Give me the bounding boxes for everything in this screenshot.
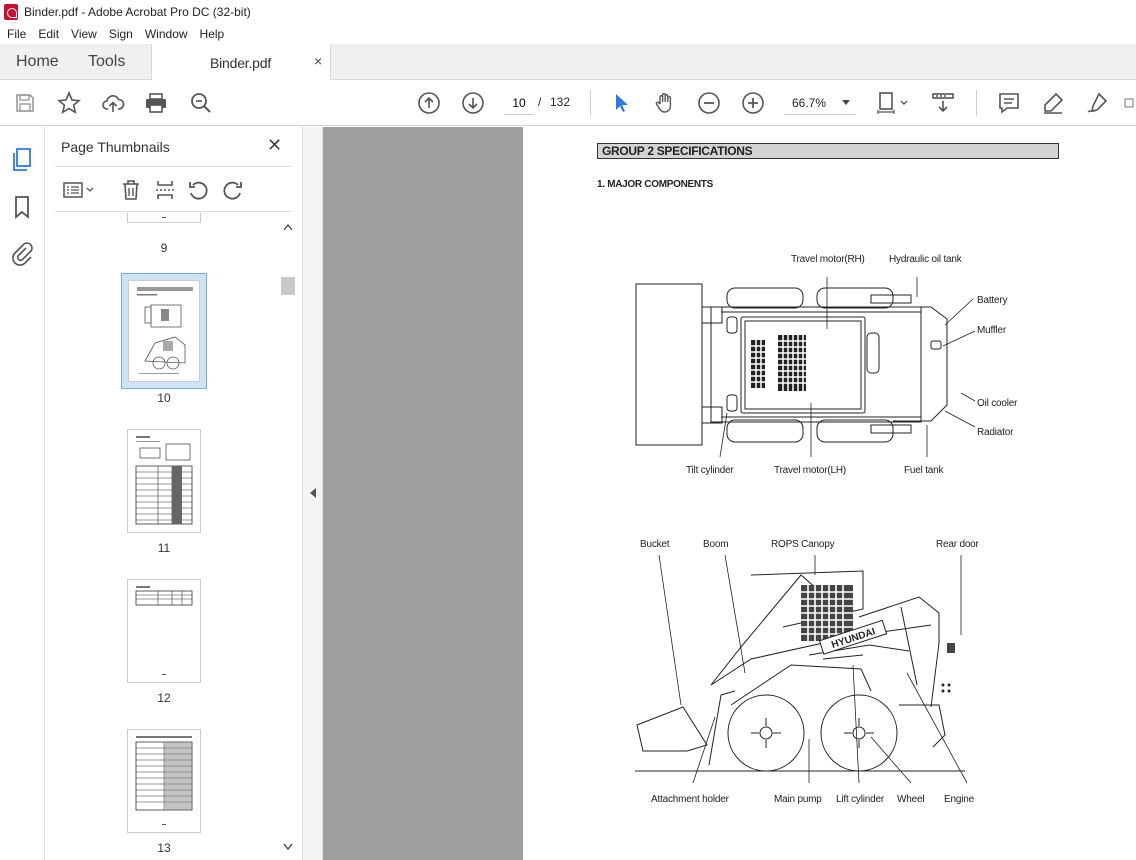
menu-edit[interactable]: Edit (31, 27, 64, 41)
thumbnail-list: 9 10 11 12 13 (55, 213, 281, 857)
page-fit-icon[interactable] (872, 90, 912, 116)
thumbnail-options-icon[interactable] (61, 177, 97, 203)
menu-help[interactable]: Help (193, 27, 230, 41)
main-toolbar: / 132 66.7% (0, 80, 1136, 126)
label-boom: Boom (703, 539, 729, 550)
more-tools-icon[interactable] (1124, 90, 1136, 116)
selected-thumbnail-highlight[interactable] (121, 273, 207, 389)
thumbnail-page-number: 12 (157, 691, 171, 705)
page-thumbnails-panel: Page Thumbnails ✕ 9 10 11 12 13 (45, 127, 303, 860)
rotate-clockwise-icon[interactable] (220, 177, 246, 203)
tab-close-icon[interactable]: × (314, 53, 322, 69)
label-wheel: Wheel (897, 794, 925, 805)
zoom-in-icon[interactable] (740, 90, 766, 116)
menu-bar: File Edit View Sign Window Help (0, 24, 1136, 44)
print-icon[interactable] (143, 90, 169, 116)
sign-pen-icon[interactable] (1084, 90, 1110, 116)
rotate-counterclockwise-icon[interactable] (185, 177, 211, 203)
zoom-level-dropdown[interactable]: 66.7% (784, 91, 856, 115)
scroll-up-icon (283, 223, 293, 231)
page-total: 132 (550, 95, 571, 109)
label-main-pump: Main pump (774, 794, 822, 805)
scrollbar-thumb[interactable] (281, 277, 295, 295)
navigation-rail (0, 127, 45, 860)
divider (55, 166, 291, 167)
label-muffler: Muffler (977, 325, 1006, 336)
menu-window[interactable]: Window (138, 27, 193, 41)
page-thumbnail[interactable] (127, 213, 201, 223)
menu-file[interactable]: File (0, 27, 31, 41)
label-bucket: Bucket (640, 539, 670, 550)
label-attachment-holder: Attachment holder (651, 794, 729, 805)
thumbnail-page-number: 11 (157, 541, 171, 555)
scroll-down-icon (283, 843, 293, 851)
collapse-left-icon (310, 488, 316, 498)
title-bar: Binder.pdf - Adobe Acrobat Pro DC (32-bi… (0, 0, 1136, 24)
scroll-mode-icon[interactable] (930, 90, 956, 116)
next-page-icon[interactable] (460, 90, 486, 116)
zoom-level-value: 66.7% (792, 96, 827, 110)
panel-close-icon[interactable]: ✕ (267, 135, 282, 156)
thumbnail-scrollbar[interactable] (280, 217, 296, 857)
menu-sign[interactable]: Sign (102, 27, 138, 41)
extract-pages-icon[interactable] (152, 177, 178, 203)
label-tilt-cylinder: Tilt cylinder (686, 465, 734, 476)
label-engine: Engine (944, 794, 974, 805)
select-cursor-icon[interactable] (608, 90, 634, 116)
save-icon[interactable] (12, 90, 38, 116)
upload-cloud-icon[interactable] (100, 90, 126, 116)
acrobat-pdf-icon (4, 4, 18, 20)
bookmark-star-icon[interactable] (56, 90, 82, 116)
tab-home[interactable]: Home (16, 53, 59, 71)
tab-document[interactable]: Binder.pdf × (151, 44, 331, 81)
section-heading: 1. MAJOR COMPONENTS (597, 179, 713, 190)
label-fuel-tank: Fuel tank (904, 465, 944, 476)
attachments-paperclip-icon[interactable] (11, 240, 33, 271)
page-thumbnail[interactable] (127, 429, 201, 533)
zoom-search-icon[interactable] (188, 90, 214, 116)
label-lift-cylinder: Lift cylinder (836, 794, 884, 805)
page-thumbnails-icon[interactable] (10, 147, 34, 178)
page-number-input[interactable] (504, 91, 534, 115)
label-travel-motor-lh: Travel motor(LH) (774, 465, 846, 476)
pdf-page: GROUP 2 SPECIFICATIONS 1. MAJOR COMPONEN… (523, 127, 1136, 860)
chevron-down-icon (842, 100, 850, 105)
thumbnail-page-number: 13 (157, 841, 171, 855)
hand-tool-icon[interactable] (652, 90, 678, 116)
panel-title: Page Thumbnails (61, 139, 170, 155)
highlight-pen-icon[interactable] (1040, 90, 1066, 116)
comment-icon[interactable] (996, 90, 1022, 116)
thumbnail-page-number: 9 (160, 241, 168, 255)
tab-document-label: Binder.pdf (210, 55, 272, 71)
panel-collapse-handle[interactable] (303, 127, 323, 860)
toolbar-divider (590, 90, 591, 116)
side-view-diagram: HYUNDAI (635, 555, 968, 784)
page-thumbnail (128, 280, 200, 382)
divider (55, 211, 291, 212)
label-hydraulic-oil-tank: Hydraulic oil tank (889, 254, 962, 265)
zoom-out-icon[interactable] (696, 90, 722, 116)
label-radiator: Radiator (977, 427, 1014, 438)
delete-page-icon[interactable] (118, 177, 144, 203)
label-rops-canopy: ROPS Canopy (771, 539, 835, 550)
page-separator: / (538, 95, 542, 109)
label-oil-cooler: Oil cooler (977, 398, 1018, 409)
page-thumbnail[interactable] (127, 729, 201, 833)
bookmarks-icon[interactable] (12, 195, 32, 224)
group-header: GROUP 2 SPECIFICATIONS (597, 143, 1059, 159)
menu-view[interactable]: View (64, 27, 102, 41)
label-rear-door: Rear door (936, 539, 979, 550)
tab-tools[interactable]: Tools (88, 53, 125, 71)
label-travel-motor-rh: Travel motor(RH) (791, 254, 865, 265)
thumbnail-page-number: 10 (157, 391, 171, 405)
page-thumbnail[interactable] (127, 579, 201, 683)
toolbar-divider (976, 90, 977, 116)
label-battery: Battery (977, 295, 1008, 306)
tab-bar: Home Tools Binder.pdf × (0, 44, 1136, 81)
window-title: Binder.pdf - Adobe Acrobat Pro DC (32-bi… (24, 5, 251, 19)
previous-page-icon[interactable] (416, 90, 442, 116)
